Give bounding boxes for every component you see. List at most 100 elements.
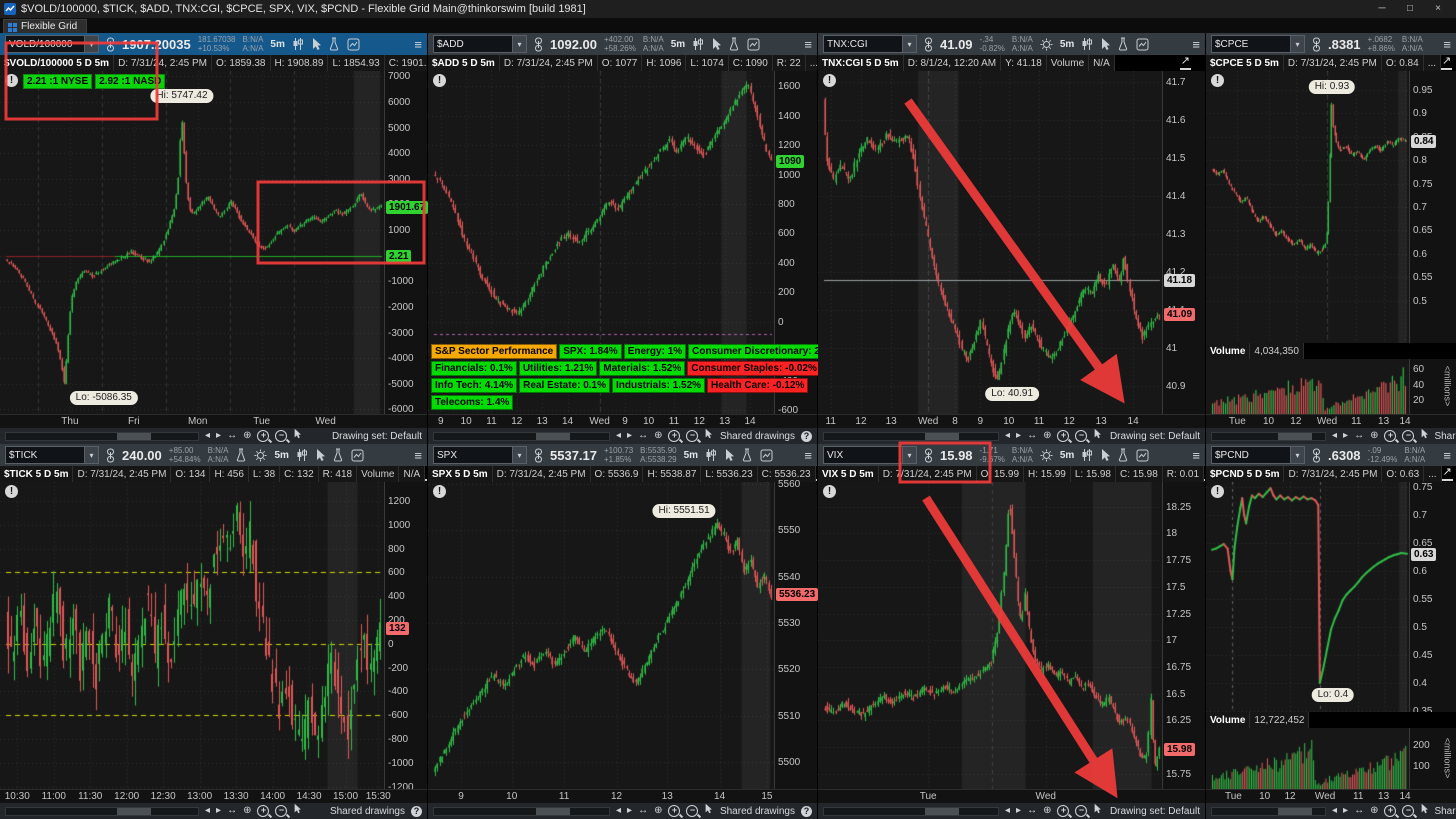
zoom-out-icon[interactable]: − [1402, 805, 1414, 817]
scrollbar-thumb[interactable] [536, 433, 570, 440]
gear-icon[interactable] [1040, 447, 1053, 463]
chevron-down-icon[interactable]: ▾ [512, 36, 526, 52]
price-chart[interactable] [1206, 71, 1409, 343]
chart-scrollbar[interactable] [823, 432, 999, 441]
minimize-button[interactable]: ─ [1368, 0, 1396, 18]
timeframe-button[interactable]: 5m [1060, 39, 1074, 50]
cursor-icon[interactable] [1093, 428, 1101, 444]
menu-icon[interactable]: ≡ [804, 447, 812, 463]
chart-scrollbar[interactable] [823, 807, 999, 816]
cursor-icon[interactable] [293, 428, 301, 444]
alert-icon[interactable]: ! [5, 74, 18, 87]
chart-style-icon[interactable] [1081, 447, 1093, 463]
cursor-icon[interactable] [704, 428, 712, 444]
fit-scale-icon[interactable]: ↗ [1441, 56, 1452, 70]
menu-icon[interactable]: ≡ [1192, 36, 1200, 52]
timeframe-button[interactable]: 5m [270, 39, 284, 50]
scroll-left-icon[interactable]: ◂ [1332, 429, 1337, 443]
drawing-tools-icon[interactable] [747, 36, 760, 52]
chart-scrollbar[interactable] [1211, 807, 1326, 816]
alert-icon[interactable]: ! [5, 485, 18, 498]
scroll-right-icon[interactable]: ▸ [216, 804, 221, 818]
chart-style-icon[interactable] [292, 36, 304, 52]
time-axis[interactable]: 10:3011:0011:3012:0012:3013:0013:3014:00… [0, 789, 427, 803]
cursor-tool-icon[interactable] [711, 36, 721, 52]
studies-icon[interactable] [728, 36, 740, 52]
price-chart[interactable] [428, 482, 774, 790]
studies-icon[interactable] [332, 447, 344, 463]
help-icon[interactable]: ? [801, 431, 812, 442]
cursor-tool-icon[interactable] [315, 447, 325, 463]
menu-icon[interactable]: ≡ [1443, 36, 1451, 52]
link-icon[interactable] [1312, 447, 1321, 463]
beaker-icon[interactable] [235, 447, 247, 463]
fit-scale-icon[interactable]: ↗ [425, 467, 427, 481]
scrollbar-thumb[interactable] [925, 808, 959, 815]
scroll-right-icon[interactable]: ▸ [1016, 429, 1021, 443]
drawing-tools-icon[interactable] [1136, 36, 1149, 52]
symbol-combo[interactable]: $PCND ▾ [1211, 446, 1305, 464]
drawing-set-label[interactable]: Drawing set: Default [332, 431, 422, 442]
pan-icon[interactable]: ↔ [1354, 804, 1364, 818]
zoom-out-icon[interactable]: − [275, 805, 287, 817]
scroll-left-icon[interactable]: ◂ [205, 429, 210, 443]
drawing-set-label[interactable]: Shared drawings [720, 431, 795, 442]
studies-icon[interactable] [1117, 36, 1129, 52]
menu-icon[interactable]: ≡ [804, 36, 812, 52]
scrollbar-thumb[interactable] [117, 433, 151, 440]
alert-icon[interactable]: ! [823, 485, 836, 498]
crosshair-icon[interactable]: ⊕ [243, 429, 251, 443]
studies-icon[interactable] [328, 36, 340, 52]
time-axis[interactable]: TueWed [818, 789, 1205, 803]
zoom-out-icon[interactable]: − [1075, 805, 1087, 817]
crosshair-icon[interactable]: ⊕ [243, 804, 251, 818]
scrollbar-thumb[interactable] [925, 433, 959, 440]
chart-style-icon[interactable] [692, 36, 704, 52]
scrollbar-thumb[interactable] [536, 808, 570, 815]
cursor-icon[interactable] [704, 803, 712, 819]
zoom-in-icon[interactable]: + [668, 805, 680, 817]
alert-icon[interactable]: ! [433, 74, 446, 87]
gear-icon[interactable] [1040, 36, 1053, 52]
drawing-set-label[interactable]: Shared drawings [330, 806, 405, 817]
zoom-out-icon[interactable]: − [1075, 430, 1087, 442]
time-axis[interactable]: 9101112131415 [428, 789, 817, 803]
help-icon[interactable]: ? [801, 806, 812, 817]
scroll-left-icon[interactable]: ◂ [1332, 804, 1337, 818]
zoom-in-icon[interactable]: + [1384, 430, 1396, 442]
studies-icon[interactable] [741, 447, 753, 463]
volume-chart[interactable] [1206, 359, 1409, 415]
time-axis[interactable]: 111213Wed891011121314 [818, 414, 1205, 428]
price-axis[interactable]: 18.251817.7517.517.251716.7516.516.25161… [1162, 482, 1205, 790]
scroll-left-icon[interactable]: ◂ [1005, 804, 1010, 818]
drawing-tools-icon[interactable] [1136, 447, 1149, 463]
menu-icon[interactable]: ≡ [1192, 447, 1200, 463]
drawing-tools-icon[interactable] [347, 36, 360, 52]
crosshair-icon[interactable]: ⊕ [1043, 429, 1051, 443]
gear-icon[interactable] [254, 447, 267, 463]
pan-icon[interactable]: ↔ [1027, 429, 1037, 443]
timeframe-button[interactable]: 5m [684, 450, 698, 461]
help-icon[interactable]: ? [411, 806, 422, 817]
alert-icon[interactable]: ! [1211, 485, 1224, 498]
symbol-combo[interactable]: VIX ▾ [823, 446, 917, 464]
fit-scale-icon[interactable]: ↗ [1204, 467, 1205, 481]
tab-flexible-grid[interactable]: Flexible Grid [3, 19, 87, 33]
link-icon[interactable] [924, 447, 933, 463]
menu-icon[interactable]: ≡ [414, 36, 422, 52]
menu-icon[interactable]: ≡ [1443, 447, 1451, 463]
chevron-down-icon[interactable]: ▾ [902, 36, 916, 52]
zoom-out-icon[interactable]: − [1402, 430, 1414, 442]
symbol-combo[interactable]: $CPCE ▾ [1211, 35, 1305, 53]
crosshair-icon[interactable]: ⊕ [1043, 804, 1051, 818]
chart-scrollbar[interactable] [5, 432, 199, 441]
pan-icon[interactable]: ↔ [1027, 804, 1037, 818]
pan-icon[interactable]: ↔ [227, 429, 237, 443]
drawing-set-label[interactable]: Shared drawings [720, 806, 795, 817]
zoom-out-icon[interactable]: − [275, 430, 287, 442]
price-chart[interactable] [1206, 482, 1409, 712]
cursor-icon[interactable] [1420, 803, 1428, 819]
scroll-right-icon[interactable]: ▸ [1343, 804, 1348, 818]
zoom-in-icon[interactable]: + [668, 430, 680, 442]
chart-style-icon[interactable] [1081, 36, 1093, 52]
